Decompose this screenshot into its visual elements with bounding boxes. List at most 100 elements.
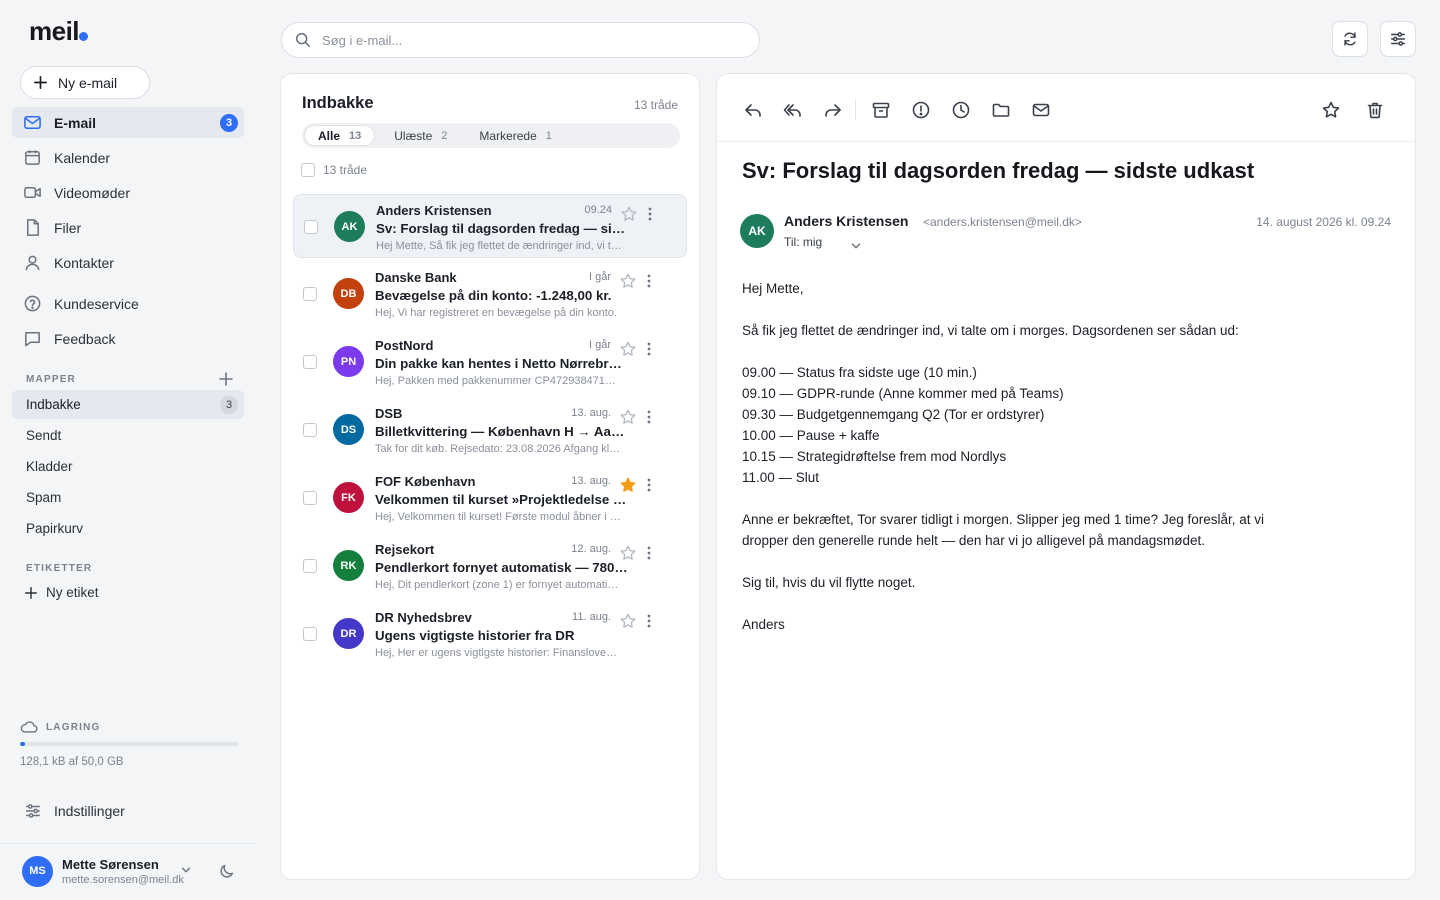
search-bar[interactable] bbox=[281, 22, 760, 58]
filter-count: 13 bbox=[349, 129, 362, 142]
folder-inbox[interactable]: Indbakke 3 bbox=[12, 390, 244, 419]
message-checkbox[interactable] bbox=[304, 220, 318, 234]
folder-label: Indbakke bbox=[26, 397, 81, 412]
body-line: Sig til, hvis du vil flytte noget. bbox=[742, 575, 916, 590]
message-date: 13. aug. bbox=[571, 407, 611, 419]
app-logo-text: meil bbox=[29, 16, 80, 46]
folders-heading: MAPPER bbox=[26, 374, 76, 385]
sender-name[interactable]: Anders Kristensen bbox=[784, 213, 908, 229]
filter-tab-all[interactable]: Alle 13 bbox=[304, 125, 376, 146]
search-input[interactable] bbox=[322, 32, 722, 48]
message-checkbox[interactable] bbox=[303, 355, 317, 369]
more-vertical-icon[interactable] bbox=[643, 409, 655, 425]
star-icon[interactable] bbox=[619, 612, 637, 630]
settings-label: Indstillinger bbox=[54, 803, 125, 819]
message-list: AK Anders Kristensen 09.24 Sv: Forslag t… bbox=[293, 194, 687, 670]
user-icon bbox=[25, 255, 40, 271]
star-icon[interactable] bbox=[1321, 100, 1341, 120]
star-icon[interactable] bbox=[620, 205, 638, 223]
add-folder-icon[interactable] bbox=[218, 371, 234, 387]
message-checkbox[interactable] bbox=[303, 559, 317, 573]
folder-drafts[interactable]: Kladder bbox=[12, 452, 244, 481]
folder-sent[interactable]: Sendt bbox=[12, 421, 244, 450]
message-date: I går bbox=[588, 339, 611, 351]
more-vertical-icon[interactable] bbox=[643, 613, 655, 629]
chevron-down-icon[interactable] bbox=[849, 239, 863, 253]
app-logo[interactable]: meil bbox=[29, 16, 89, 47]
filter-label: Alle bbox=[318, 128, 341, 143]
star-icon[interactable] bbox=[619, 544, 637, 562]
chevron-down-icon[interactable] bbox=[179, 863, 193, 877]
more-vertical-icon[interactable] bbox=[643, 341, 655, 357]
sender-avatar: FK bbox=[333, 482, 364, 513]
archive-icon[interactable] bbox=[871, 100, 891, 120]
message-row[interactable]: FK FOF København 13. aug. Velkommen til … bbox=[293, 466, 687, 530]
cloud-icon bbox=[20, 721, 38, 733]
profile-menu[interactable]: MS Mette Sørensen mette.sorensen@meil.dk bbox=[22, 854, 242, 888]
nav-item-calendar[interactable]: Kalender bbox=[12, 142, 244, 173]
message-row[interactable]: PN PostNord I går Din pakke kan hentes i… bbox=[293, 330, 687, 394]
more-vertical-icon[interactable] bbox=[643, 545, 655, 561]
message-date: I går bbox=[588, 271, 611, 283]
select-all-checkbox[interactable] bbox=[301, 163, 315, 177]
filter-count: 2 bbox=[441, 129, 448, 142]
settings-button[interactable]: Indstillinger bbox=[24, 802, 125, 820]
body-paragraph: Anders bbox=[742, 614, 1342, 635]
reading-pane: Sv: Forslag til dagsorden fredag — sidst… bbox=[716, 73, 1416, 880]
star-icon[interactable] bbox=[619, 476, 637, 494]
message-preview: Hej, Vi har registreret en bevægelse på … bbox=[375, 307, 617, 319]
star-icon[interactable] bbox=[619, 272, 637, 290]
body-line: 09.10 — GDPR-runde (Anne kommer med på T… bbox=[742, 386, 1064, 401]
folder-trash[interactable]: Papirkurv bbox=[12, 514, 244, 543]
refresh-button[interactable] bbox=[1332, 21, 1368, 57]
nav-item-email[interactable]: E-mail 3 bbox=[12, 107, 244, 138]
message-row[interactable]: DB Danske Bank I går Bevægelse på din ko… bbox=[293, 262, 687, 326]
nav-item-contacts[interactable]: Kontakter bbox=[12, 247, 244, 278]
body-paragraph: Så fik jeg flettet de ændringer ind, vi … bbox=[742, 320, 1342, 341]
message-sender: Danske Bank bbox=[375, 270, 457, 285]
select-all-row: 13 tråde bbox=[301, 163, 367, 177]
filter-tab-flagged[interactable]: Markerede 1 bbox=[466, 125, 564, 146]
star-icon[interactable] bbox=[619, 408, 637, 426]
mark-unread-icon[interactable] bbox=[1031, 100, 1051, 120]
message-subject: Billetkvittering — København H → Aarhus … bbox=[375, 424, 629, 439]
message-row[interactable]: RK Rejsekort 12. aug. Pendlerkort fornye… bbox=[293, 534, 687, 598]
body-line: Så fik jeg flettet de ændringer ind, vi … bbox=[742, 323, 1239, 338]
filter-tab-unread[interactable]: Ulæste 2 bbox=[381, 125, 460, 146]
compose-button[interactable]: Ny e-mail bbox=[20, 66, 150, 99]
message-subject: Din pakke kan hentes i Netto Nørrebrogad… bbox=[375, 356, 629, 371]
nav-item-feedback[interactable]: Feedback bbox=[12, 323, 244, 354]
more-vertical-icon[interactable] bbox=[643, 477, 655, 493]
trash-icon[interactable] bbox=[1365, 100, 1385, 120]
reply-all-icon[interactable] bbox=[783, 100, 803, 120]
clock-icon[interactable] bbox=[951, 100, 971, 120]
message-preview: Hej, Dit pendlerkort (zone 1) er fornyet… bbox=[375, 579, 621, 591]
message-preview: Tak for dit køb. Rejsedato: 23.08.2026 A… bbox=[375, 443, 621, 455]
alert-circle-icon[interactable] bbox=[911, 100, 931, 120]
forward-icon[interactable] bbox=[823, 100, 843, 120]
message-row[interactable]: DS DSB 13. aug. Billetkvittering — Køben… bbox=[293, 398, 687, 462]
message-checkbox[interactable] bbox=[303, 287, 317, 301]
message-toolbar bbox=[717, 74, 1415, 142]
folder-icon[interactable] bbox=[991, 100, 1011, 120]
moon-icon[interactable] bbox=[218, 862, 236, 880]
folder-spam[interactable]: Spam bbox=[12, 483, 244, 512]
nav-item-video[interactable]: Videomøder bbox=[12, 177, 244, 208]
message-row[interactable]: AK Anders Kristensen 09.24 Sv: Forslag t… bbox=[293, 194, 687, 258]
nav-item-support[interactable]: Kundeservice bbox=[12, 288, 244, 319]
more-vertical-icon[interactable] bbox=[644, 206, 656, 222]
message-checkbox[interactable] bbox=[303, 627, 317, 641]
body-line: dropper den generelle runde helt — den h… bbox=[742, 533, 1206, 548]
folder-count-badge: 3 bbox=[220, 395, 238, 414]
message-checkbox[interactable] bbox=[303, 423, 317, 437]
star-icon[interactable] bbox=[619, 340, 637, 358]
message-row[interactable]: DR DR Nyhedsbrev 11. aug. Ugens vigtigst… bbox=[293, 602, 687, 666]
filter-settings-button[interactable] bbox=[1380, 21, 1416, 57]
new-label-button[interactable]: Ny etiket bbox=[24, 585, 99, 600]
message-checkbox[interactable] bbox=[303, 491, 317, 505]
more-vertical-icon[interactable] bbox=[643, 273, 655, 289]
message-sender: Rejsekort bbox=[375, 542, 435, 557]
reply-icon[interactable] bbox=[743, 100, 763, 120]
nav-item-label: Kundeservice bbox=[54, 295, 139, 312]
nav-item-files[interactable]: Filer bbox=[12, 212, 244, 243]
